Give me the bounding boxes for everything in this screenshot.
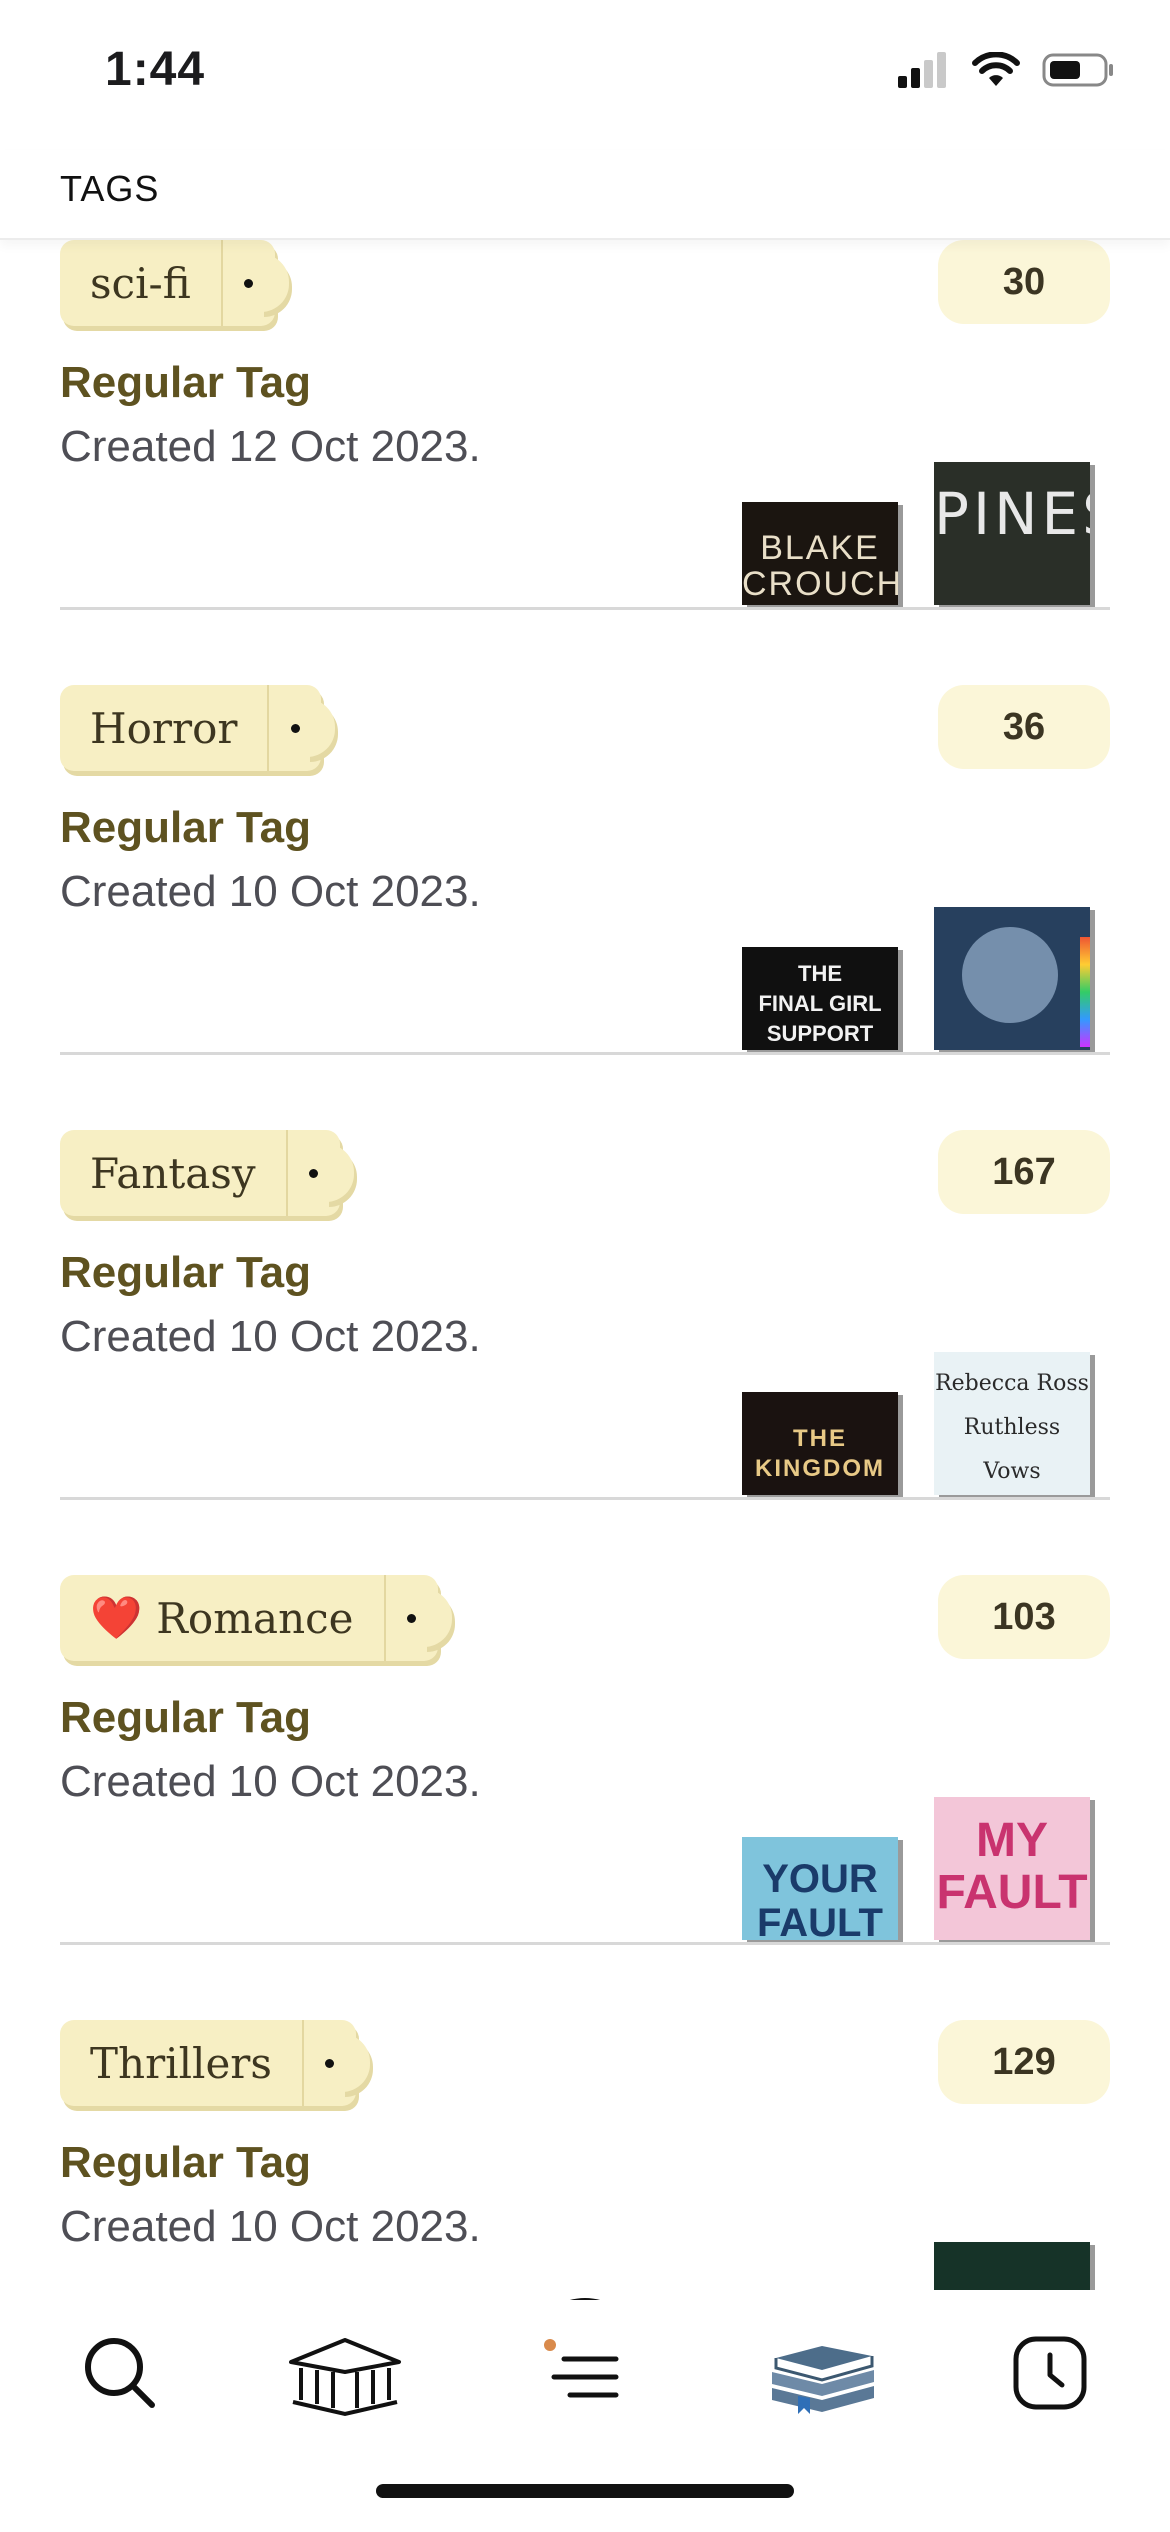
cover-title-line: KINGDOM xyxy=(755,1455,885,1482)
cover-title-line: BLAKE xyxy=(760,529,880,567)
tab-bar xyxy=(0,2300,1170,2430)
search-icon xyxy=(85,2338,155,2408)
book-cover[interactable]: MY FAULT xyxy=(934,1797,1090,1940)
book-cover[interactable]: Rebecca Ross Ruthless Vows xyxy=(934,1352,1090,1495)
tag-chip[interactable]: ❤️ Romance xyxy=(60,1575,452,1661)
home-indicator xyxy=(376,2484,794,2498)
tag-created-date: Created 10 Oct 2023. xyxy=(60,2202,481,2251)
cover-title-line: FAULT xyxy=(936,1866,1088,1919)
tag-item[interactable]: Fantasy 167 Regular Tag Created 10 Oct 2… xyxy=(60,1130,1110,1500)
dot-icon xyxy=(407,1613,416,1623)
cover-title-line: CROUCH xyxy=(742,565,898,603)
divider xyxy=(60,1497,1110,1500)
divider xyxy=(60,1942,1110,1945)
tag-chip-label: sci-fi xyxy=(60,240,221,326)
count-badge: 129 xyxy=(938,2020,1110,2104)
book-cover[interactable] xyxy=(934,907,1090,1050)
menu-icon xyxy=(544,2339,619,2398)
heart-icon: ❤️ xyxy=(90,1593,143,1642)
book-cover[interactable]: BLAKE CROUCH xyxy=(742,502,898,605)
dot-icon xyxy=(309,1168,319,1178)
tag-created-date: Created 10 Oct 2023. xyxy=(60,1757,481,1806)
tab-feed[interactable] xyxy=(525,2318,645,2428)
tag-name: Romance xyxy=(156,1593,354,1643)
tag-type: Regular Tag xyxy=(60,803,312,852)
tag-options-button[interactable] xyxy=(267,685,336,771)
page-title: TAGS xyxy=(60,168,160,209)
tag-item[interactable]: ❤️ Romance 103 Regular Tag Created 10 Oct… xyxy=(60,1575,1110,1945)
tag-item[interactable]: sci-fi 30 Regular Tag Created 12 Oct 202… xyxy=(60,240,1110,610)
tag-options-button[interactable] xyxy=(220,240,289,326)
tag-created-date: Created 12 Oct 2023. xyxy=(60,422,481,471)
book-cover[interactable]: THE FINAL GIRL SUPPORT xyxy=(742,947,898,1050)
books-icon xyxy=(772,2346,874,2414)
dot-icon xyxy=(325,2058,335,2068)
tag-item[interactable]: Thrillers 129 Regular Tag Created 10 Oct… xyxy=(60,2020,1110,2290)
tag-type: Regular Tag xyxy=(60,358,312,407)
book-cover[interactable]: THE KINGDOM xyxy=(742,1392,898,1495)
cover-title-line: THE xyxy=(793,1425,847,1452)
tag-chip[interactable]: Fantasy xyxy=(60,1130,354,1216)
tag-chip-label: Thrillers xyxy=(60,2020,302,2106)
divider xyxy=(60,607,1110,610)
tag-name: Fantasy xyxy=(90,1148,256,1198)
cover-title-line: FINAL GIRL xyxy=(758,991,882,1016)
divider xyxy=(60,1052,1110,1055)
tag-item[interactable]: Horror 36 Regular Tag Created 10 Oct 202… xyxy=(60,685,1110,1055)
count-badge: 103 xyxy=(938,1575,1110,1659)
cover-art xyxy=(962,927,1058,1023)
dot-icon xyxy=(244,278,254,288)
cover-title-line: SUPPORT xyxy=(766,1021,874,1046)
cover-title-line: Ruthless xyxy=(963,1415,1061,1440)
count-badge: 30 xyxy=(938,240,1110,324)
tab-search[interactable] xyxy=(60,2318,180,2428)
tag-created-date: Created 10 Oct 2023. xyxy=(60,1312,481,1361)
cover-title-line: Rebecca Ross xyxy=(935,1371,1089,1396)
book-cover[interactable]: PINES xyxy=(934,462,1090,605)
cover-title-line: THE xyxy=(798,961,842,986)
tag-type: Regular Tag xyxy=(60,1693,312,1742)
cover-art xyxy=(1080,937,1090,1047)
tab-library[interactable] xyxy=(285,2318,405,2428)
tag-chip-label: Horror xyxy=(60,685,267,771)
count-badge: 36 xyxy=(938,685,1110,769)
library-icon xyxy=(289,2338,401,2417)
tag-name: Thrillers xyxy=(90,2038,272,2088)
tag-type: Regular Tag xyxy=(60,2138,312,2187)
tag-chip[interactable]: sci-fi xyxy=(60,240,289,326)
clock-icon xyxy=(1013,2336,1087,2410)
tag-name: Horror xyxy=(90,703,238,753)
tag-name: sci-fi xyxy=(90,258,191,308)
tag-options-button[interactable] xyxy=(383,1575,452,1661)
tag-options-button[interactable] xyxy=(285,1130,354,1216)
tab-books[interactable] xyxy=(762,2318,882,2428)
dot-icon xyxy=(290,723,300,733)
cover-title-line: PINES xyxy=(934,480,1090,548)
tag-chip[interactable]: Thrillers xyxy=(60,2020,370,2106)
book-cover[interactable]: YOUR FAULT xyxy=(742,1837,898,1940)
header: TAGS xyxy=(0,150,1170,240)
tag-chip-label: ❤️ Romance xyxy=(60,1575,384,1661)
tag-type: Regular Tag xyxy=(60,1248,312,1297)
cover-title-line: Vows xyxy=(983,1459,1041,1484)
tag-created-date: Created 10 Oct 2023. xyxy=(60,867,481,916)
tag-chip[interactable]: Horror xyxy=(60,685,336,771)
cover-title-line: FAULT xyxy=(757,1901,883,1940)
cover-title-line: YOUR xyxy=(762,1857,878,1901)
tag-options-button[interactable] xyxy=(301,2020,370,2106)
cover-title-line: MY xyxy=(976,1814,1048,1867)
count-badge: 167 xyxy=(938,1130,1110,1214)
tab-history[interactable] xyxy=(990,2318,1110,2428)
tag-chip-label: Fantasy xyxy=(60,1130,286,1216)
tag-list[interactable]: sci-fi 30 Regular Tag Created 12 Oct 202… xyxy=(0,0,1170,2290)
